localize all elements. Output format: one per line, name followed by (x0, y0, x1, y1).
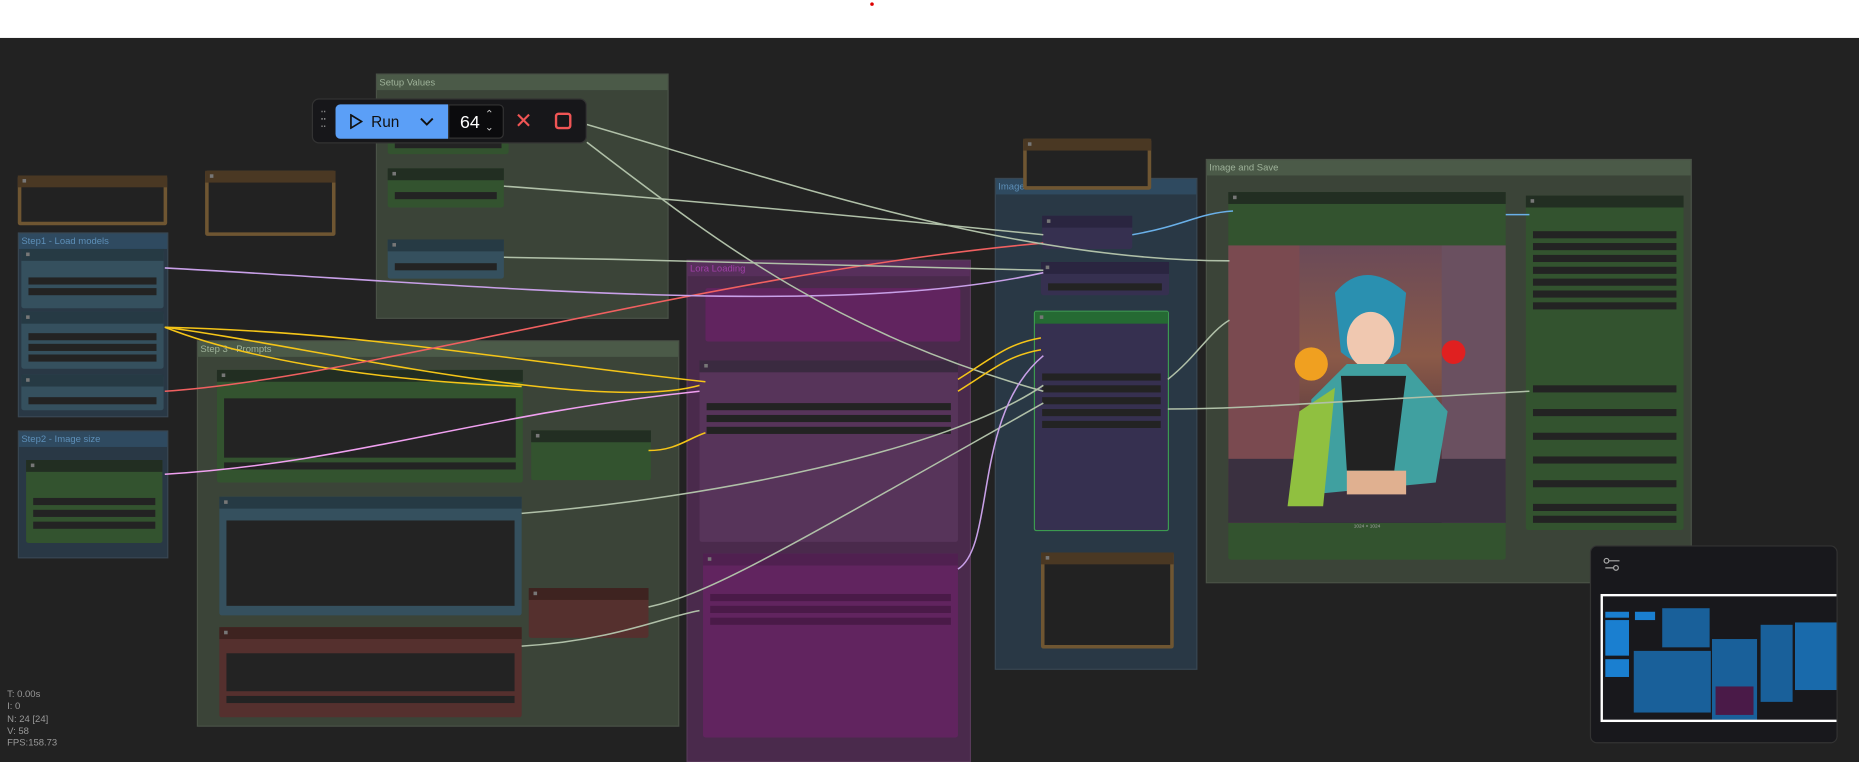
node-links (164, 123, 1530, 647)
stop-button[interactable] (554, 112, 572, 130)
render-stats: T: 0.00s I: 0 N: 24 [24] V: 58 FPS:158.7… (7, 689, 57, 750)
link (1132, 210, 1234, 236)
x-icon: ✕ (514, 109, 533, 133)
link (503, 256, 1044, 272)
link (1167, 390, 1530, 410)
link (164, 267, 1044, 298)
stat-fps: FPS:158.73 (7, 737, 58, 749)
run-toolbar: ⁚⁚ ⁚⁚ Run 64 ⌃ ⌄ ✕ (311, 98, 587, 144)
spinner-arrows-icon[interactable]: ⌃ ⌄ (485, 108, 494, 134)
link (521, 609, 700, 647)
chevron-down-icon[interactable] (419, 113, 436, 130)
run-label: Run (371, 112, 400, 131)
link (586, 141, 1044, 392)
link (164, 390, 700, 476)
run-button[interactable]: Run (335, 104, 449, 139)
link (164, 326, 706, 383)
minimap[interactable] (1589, 545, 1838, 744)
link (586, 123, 1230, 262)
stat-vertices: V: 58 (7, 725, 29, 737)
play-icon (350, 113, 363, 130)
stat-time: T: 0.00s (7, 688, 41, 700)
stat-nodes: N: 24 [24] (7, 713, 49, 724)
drag-handle-icon[interactable]: ⁚⁚ ⁚⁚ (320, 111, 329, 130)
link (503, 185, 1044, 236)
batch-count-value: 64 (460, 112, 480, 133)
minimap-viewport[interactable] (1600, 593, 1837, 723)
cancel-button[interactable]: ✕ (515, 110, 533, 131)
batch-count-input[interactable]: 64 ⌃ ⌄ (448, 104, 504, 139)
stat-iterations: I: 0 (7, 701, 21, 712)
link (1167, 319, 1230, 380)
link (648, 432, 706, 452)
sliders-icon[interactable] (1603, 556, 1622, 573)
link (648, 402, 1044, 608)
link (957, 337, 1042, 381)
